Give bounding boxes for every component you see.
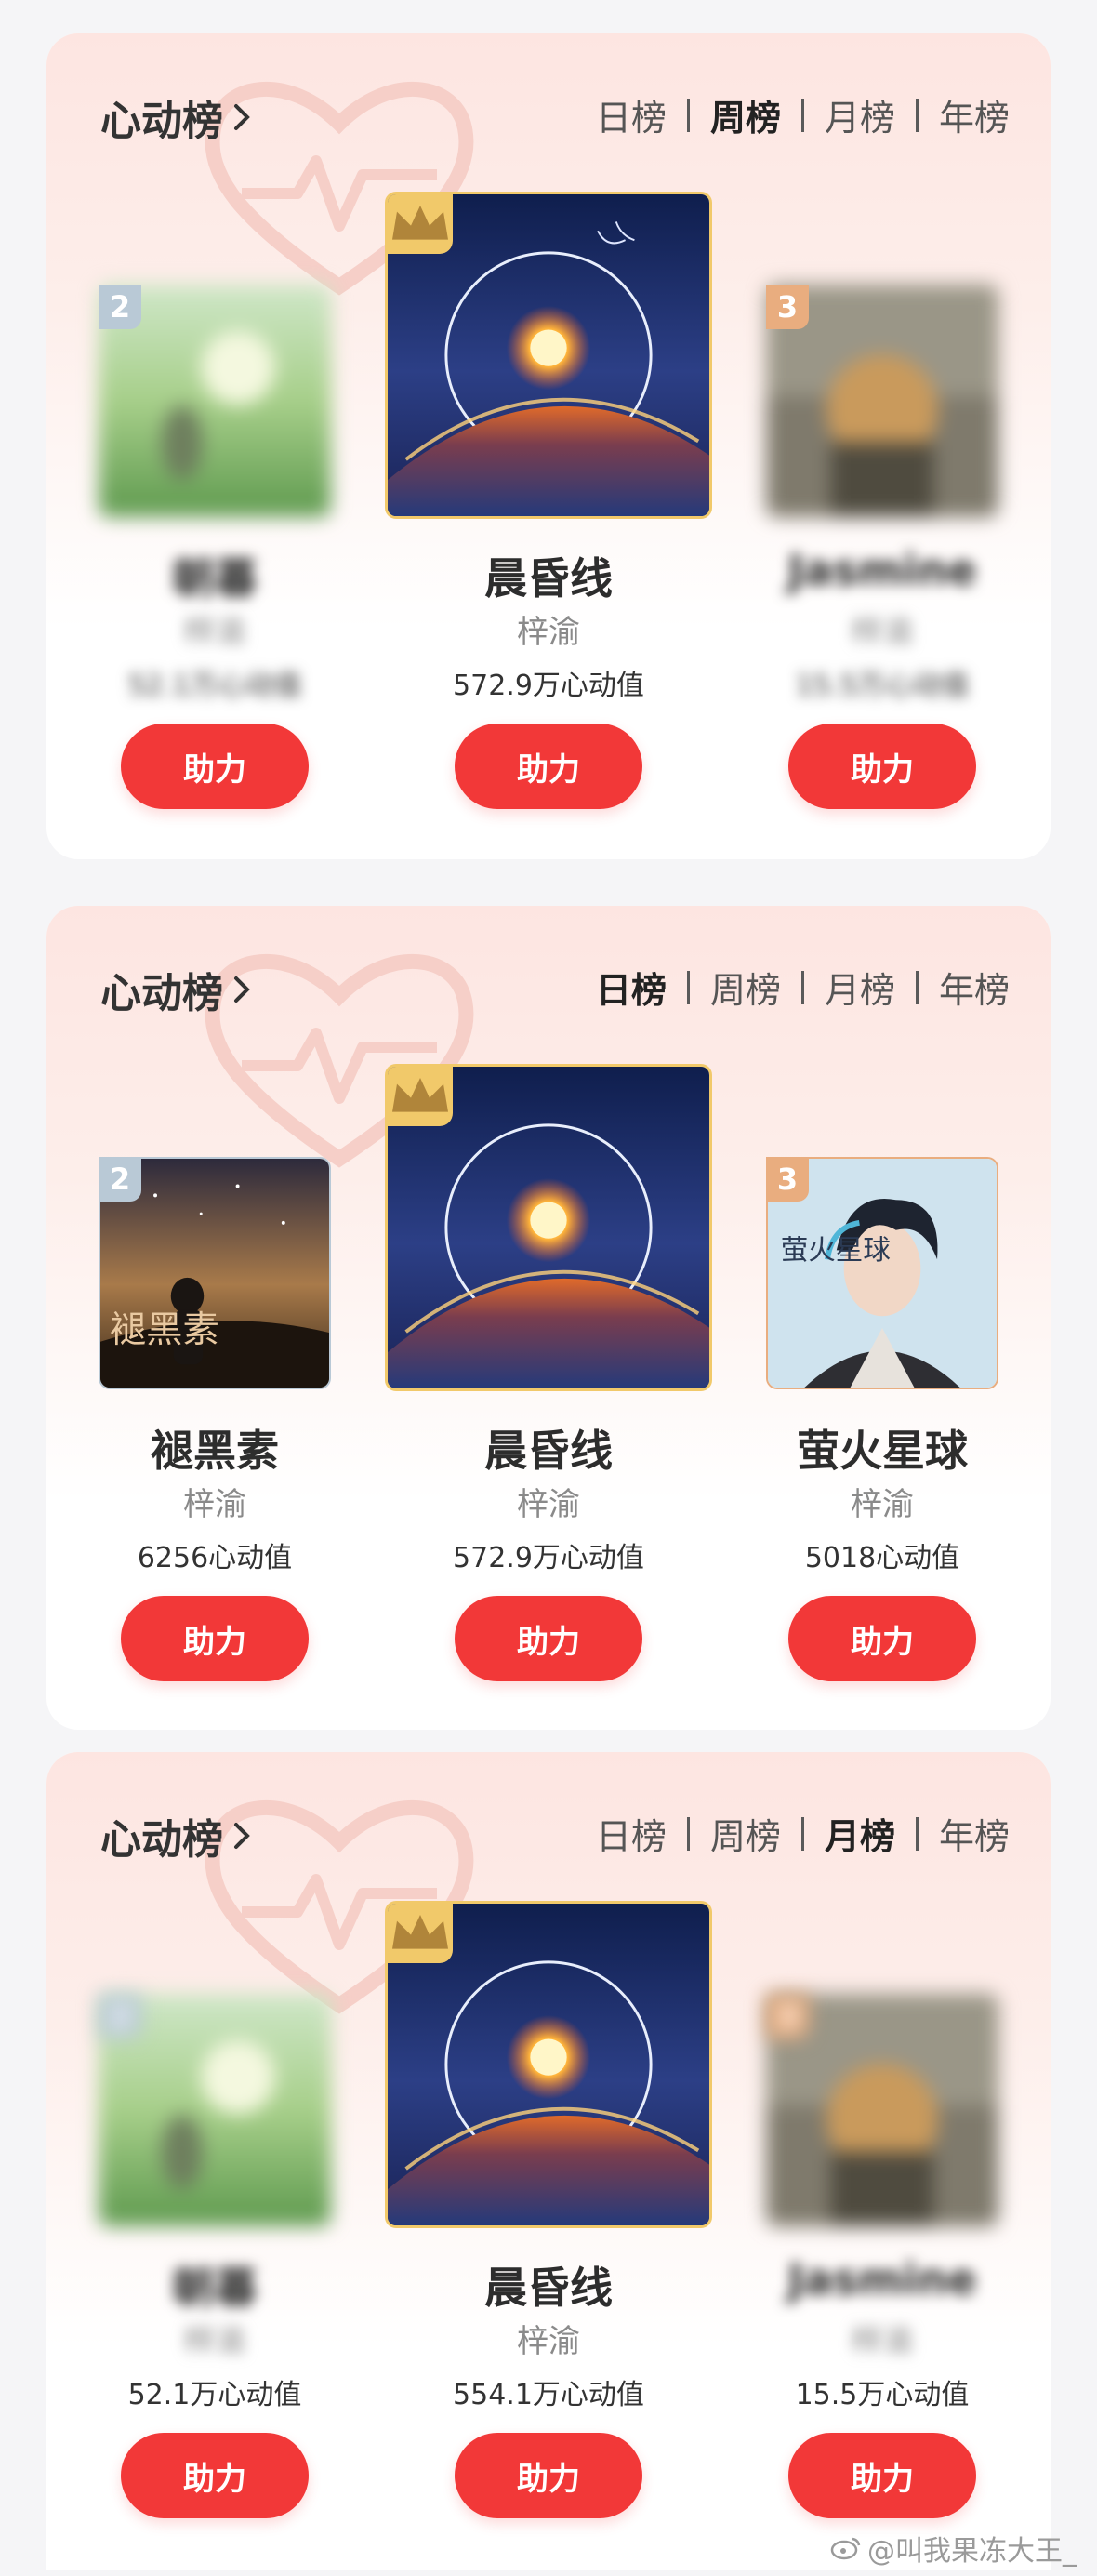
chart-title[interactable]: 心动榜: [100, 87, 255, 147]
artist-name: 梓渝: [517, 614, 580, 651]
boost-button[interactable]: 助力: [455, 1596, 642, 1681]
rank-badge: 2: [99, 285, 141, 329]
artist-name: 梓渝: [851, 1486, 914, 1523]
rank-badge: 3: [766, 285, 809, 329]
song-title: 朝暮: [172, 553, 258, 604]
song-title: 褪黑素: [151, 1426, 279, 1476]
tab-weekly[interactable]: 周榜: [690, 89, 801, 140]
tab-monthly[interactable]: 月榜: [804, 89, 916, 140]
crown-icon: [392, 206, 448, 240]
tab-weekly[interactable]: 周榜: [690, 1808, 801, 1859]
chart-title-text: 心动榜: [100, 1816, 223, 1864]
tab-monthly[interactable]: 月榜: [804, 962, 916, 1013]
song-title: 晨昏线: [484, 553, 613, 604]
song-title: 晨昏线: [484, 2263, 613, 2313]
song-title: 萤火星球: [797, 1426, 968, 1476]
period-tabs: 日榜 周榜 月榜 年榜: [575, 89, 1010, 140]
boost-button[interactable]: 助力: [455, 2433, 642, 2518]
cover-rank-1[interactable]: [385, 192, 712, 519]
boost-button[interactable]: 助力: [121, 1596, 309, 1681]
heart-score: 15.5万心动值: [795, 670, 970, 702]
artist-name: 梓渝: [851, 614, 914, 651]
artist-name: 梓渝: [183, 614, 246, 651]
rank-badge: 2: [99, 1994, 141, 2038]
watermark: @叫我果冻大王_: [830, 2528, 1077, 2569]
crown-icon: [392, 1915, 448, 1949]
heart-score: 52.1万心动值: [127, 2379, 302, 2411]
period-tabs: 日榜 周榜 月榜 年榜: [575, 1808, 1010, 1859]
cover-handwriting: 褪黑素: [110, 1309, 219, 1350]
cover-rank-1[interactable]: [385, 1901, 712, 2228]
cover-handwriting: 萤火星球: [781, 1235, 891, 1266]
crown-badge: [388, 1067, 453, 1126]
heart-score: 6256心动值: [137, 1542, 293, 1574]
tab-monthly[interactable]: 月榜: [804, 1808, 916, 1859]
chart-card-1: 心动榜 日榜 周榜 月榜 年榜 2 朝暮 梓渝 52.1万心动值 助力 晨昏线 …: [46, 33, 1051, 859]
song-title: Jasmine: [787, 545, 977, 595]
tab-yearly[interactable]: 年榜: [919, 962, 1010, 1013]
tab-yearly[interactable]: 年榜: [919, 89, 1010, 140]
tab-daily[interactable]: 日榜: [575, 962, 687, 1013]
crown-badge: [388, 1904, 453, 1963]
chevron-right-icon: [234, 1823, 250, 1849]
tab-daily[interactable]: 日榜: [575, 1808, 687, 1859]
heart-score: 572.9万心动值: [453, 670, 644, 702]
chart-card-2: 心动榜 日榜 周榜 月榜 年榜 褪黑素 2 褪黑素 梓渝 6256心动值 助力: [46, 906, 1051, 1730]
chevron-right-icon: [234, 976, 250, 1003]
tab-daily[interactable]: 日榜: [575, 89, 687, 140]
song-title: 晨昏线: [484, 1426, 613, 1476]
chart-title-text: 心动榜: [100, 98, 223, 145]
boost-button[interactable]: 助力: [121, 724, 309, 809]
rank-badge: 3: [766, 1994, 809, 2038]
chevron-right-icon: [234, 104, 250, 130]
chart-title-text: 心动榜: [100, 970, 223, 1017]
heart-score: 554.1万心动值: [453, 2379, 644, 2411]
boost-button[interactable]: 助力: [121, 2433, 309, 2518]
tab-yearly[interactable]: 年榜: [919, 1808, 1010, 1859]
heart-score: 15.5万心动值: [795, 2379, 970, 2411]
heart-score: 5018心动值: [804, 1542, 960, 1574]
artist-name: 梓渝: [183, 2323, 246, 2360]
song-title: 朝暮: [172, 2263, 258, 2313]
artist-name: 梓渝: [517, 1486, 580, 1523]
weibo-icon: [830, 2537, 861, 2560]
crown-icon: [392, 1078, 448, 1112]
artist-name: 梓渝: [517, 2323, 580, 2360]
period-tabs: 日榜 周榜 月榜 年榜: [575, 962, 1010, 1013]
song-title: Jasmine: [787, 2254, 977, 2304]
cover-rank-1[interactable]: [385, 1064, 712, 1391]
artist-name: 梓渝: [851, 2323, 914, 2360]
chart-title[interactable]: 心动榜: [100, 960, 255, 1019]
boost-button[interactable]: 助力: [788, 2433, 976, 2518]
boost-button[interactable]: 助力: [788, 724, 976, 809]
heart-score: 572.9万心动值: [453, 1542, 644, 1574]
chart-title[interactable]: 心动榜: [100, 1806, 255, 1866]
heart-score: 52.1万心动值: [127, 670, 302, 702]
rank-badge: 2: [99, 1157, 141, 1202]
artist-name: 梓渝: [183, 1486, 246, 1523]
chart-card-3: 心动榜 日榜 周榜 月榜 年榜 2 朝暮 梓渝 52.1万心动值 助力 晨昏线 …: [46, 1752, 1051, 2570]
crown-badge: [388, 194, 453, 254]
rank-badge: 3: [766, 1157, 809, 1202]
tab-weekly[interactable]: 周榜: [690, 962, 801, 1013]
boost-button[interactable]: 助力: [788, 1596, 976, 1681]
boost-button[interactable]: 助力: [455, 724, 642, 809]
watermark-text: @叫我果冻大王_: [867, 2535, 1077, 2568]
